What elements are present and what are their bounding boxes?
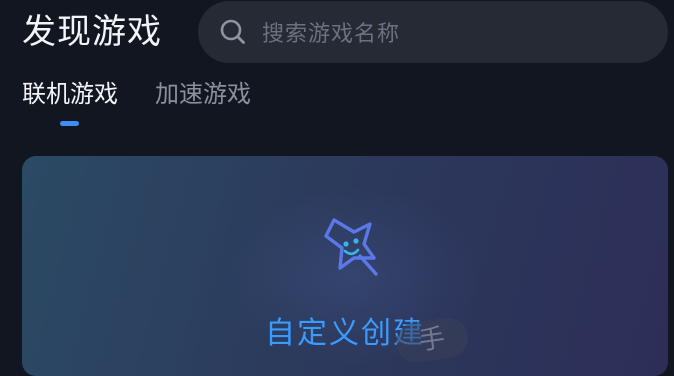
custom-create-card[interactable]: 自定义创建: [22, 156, 668, 376]
search-input[interactable]: 搜索游戏名称: [198, 1, 668, 63]
tab-online-games[interactable]: 联机游戏: [22, 78, 118, 110]
search-icon: [218, 17, 248, 47]
page-title: 发现游戏: [22, 12, 162, 52]
tab-accelerated-games[interactable]: 加速游戏: [155, 78, 251, 110]
star-wand-icon: [310, 206, 390, 286]
active-tab-indicator: [60, 121, 79, 126]
search-placeholder: 搜索游戏名称: [262, 22, 401, 47]
custom-create-label: 自定义创建: [265, 316, 425, 351]
